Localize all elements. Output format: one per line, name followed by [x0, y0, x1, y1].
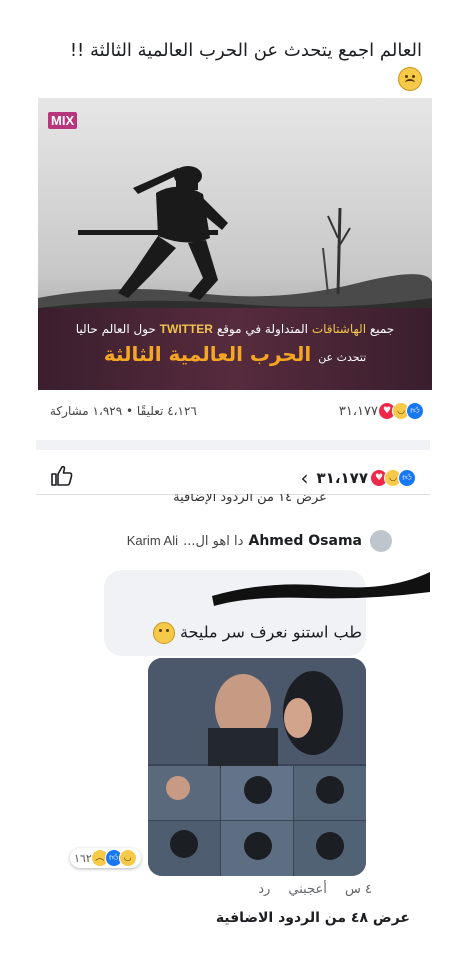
reply-tag[interactable]: Karim Ali — [127, 533, 178, 548]
caption-twitter: TWITTER — [159, 322, 213, 336]
like-icon: 👍︎ — [398, 469, 416, 487]
collage-image — [148, 658, 366, 876]
caption-word: جميع — [369, 322, 395, 336]
like-icon: 👍︎ — [406, 402, 424, 420]
comment-text: طب استنو نعرف سر مليحة — [112, 622, 362, 644]
reply-reactions[interactable]: ١٦٢ ︵ 👍︎ ◡ — [70, 848, 141, 868]
post-body: العالم اجمع يتحدث عن الحرب العالمية الثا… — [69, 40, 422, 61]
section-divider — [36, 440, 430, 450]
caption-word: المتداولة في موقع — [216, 322, 308, 336]
mix-logo: MIX — [48, 112, 78, 129]
sad-face-emoji-icon — [398, 67, 422, 91]
sad-face-emoji-icon — [152, 622, 175, 644]
header-reactions[interactable]: ‹ ٣١،١٧٧ ♥ ◡ 👍︎ — [301, 466, 416, 490]
chevron-left-icon[interactable]: ‹ — [301, 466, 309, 490]
reactions-count: ٣١،١٧٧ — [338, 403, 378, 419]
like-button[interactable]: أعجبني — [288, 882, 326, 897]
view-more-replies-bottom[interactable]: عرض ٤٨ من الردود الاضافية — [150, 910, 410, 926]
reply-reaction-count: ١٦٢ — [74, 851, 92, 865]
redaction-scribble — [212, 572, 430, 606]
avatar[interactable] — [370, 530, 392, 552]
view-more-replies-top[interactable]: عرض ١٤ من الردود الإضافية — [100, 494, 400, 506]
reply-author[interactable]: Ahmed Osama — [249, 533, 363, 549]
image-caption-line2: تتحدث عن الحرب العالمية الثالثة — [40, 342, 430, 366]
comments-header: ‹ ٣١،١٧٧ ♥ ◡ 👍︎ — [36, 460, 430, 495]
comment-time: ٤ س — [345, 882, 372, 897]
header-reactions-count: ٣١،١٧٧ — [316, 469, 368, 487]
caption-title: الحرب العالمية الثالثة — [103, 342, 312, 366]
comment-actions: ٤ س أعجبني رد — [212, 882, 372, 897]
comment-image[interactable] — [148, 658, 366, 876]
caption-small: تتحدث عن — [318, 351, 367, 364]
reply-button[interactable]: رد — [258, 882, 270, 897]
comment-body: طب استنو نعرف سر مليحة — [180, 622, 362, 642]
reply-snippet: دا اهو ال... — [183, 534, 244, 549]
reply-preview[interactable]: Ahmed Osama دا اهو ال... Karim Ali — [52, 530, 392, 554]
caption-hashtags: الهاشتاقات — [311, 322, 367, 336]
reactions-summary[interactable]: ٣١،١٧٧ ♥ ◡ 👍︎ — [339, 402, 424, 420]
post-text: العالم اجمع يتحدث عن الحرب العالمية الثا… — [42, 36, 422, 96]
thumbs-up-icon[interactable] — [50, 464, 74, 488]
caption-word: حول العالم حاليا — [75, 322, 156, 336]
post-stats-row: ٤،١٢٦ تعليقًا • ١،٩٢٩ مشاركة ٣١،١٧٧ ♥ ◡ … — [38, 402, 432, 426]
haha-icon: ◡ — [118, 849, 137, 867]
image-caption-line1: جميع الهاشتاقات المتداولة في موقع TWITTE… — [40, 322, 430, 336]
comments-shares-count[interactable]: ٤،١٢٦ تعليقًا • ١،٩٢٩ مشاركة — [50, 404, 197, 418]
